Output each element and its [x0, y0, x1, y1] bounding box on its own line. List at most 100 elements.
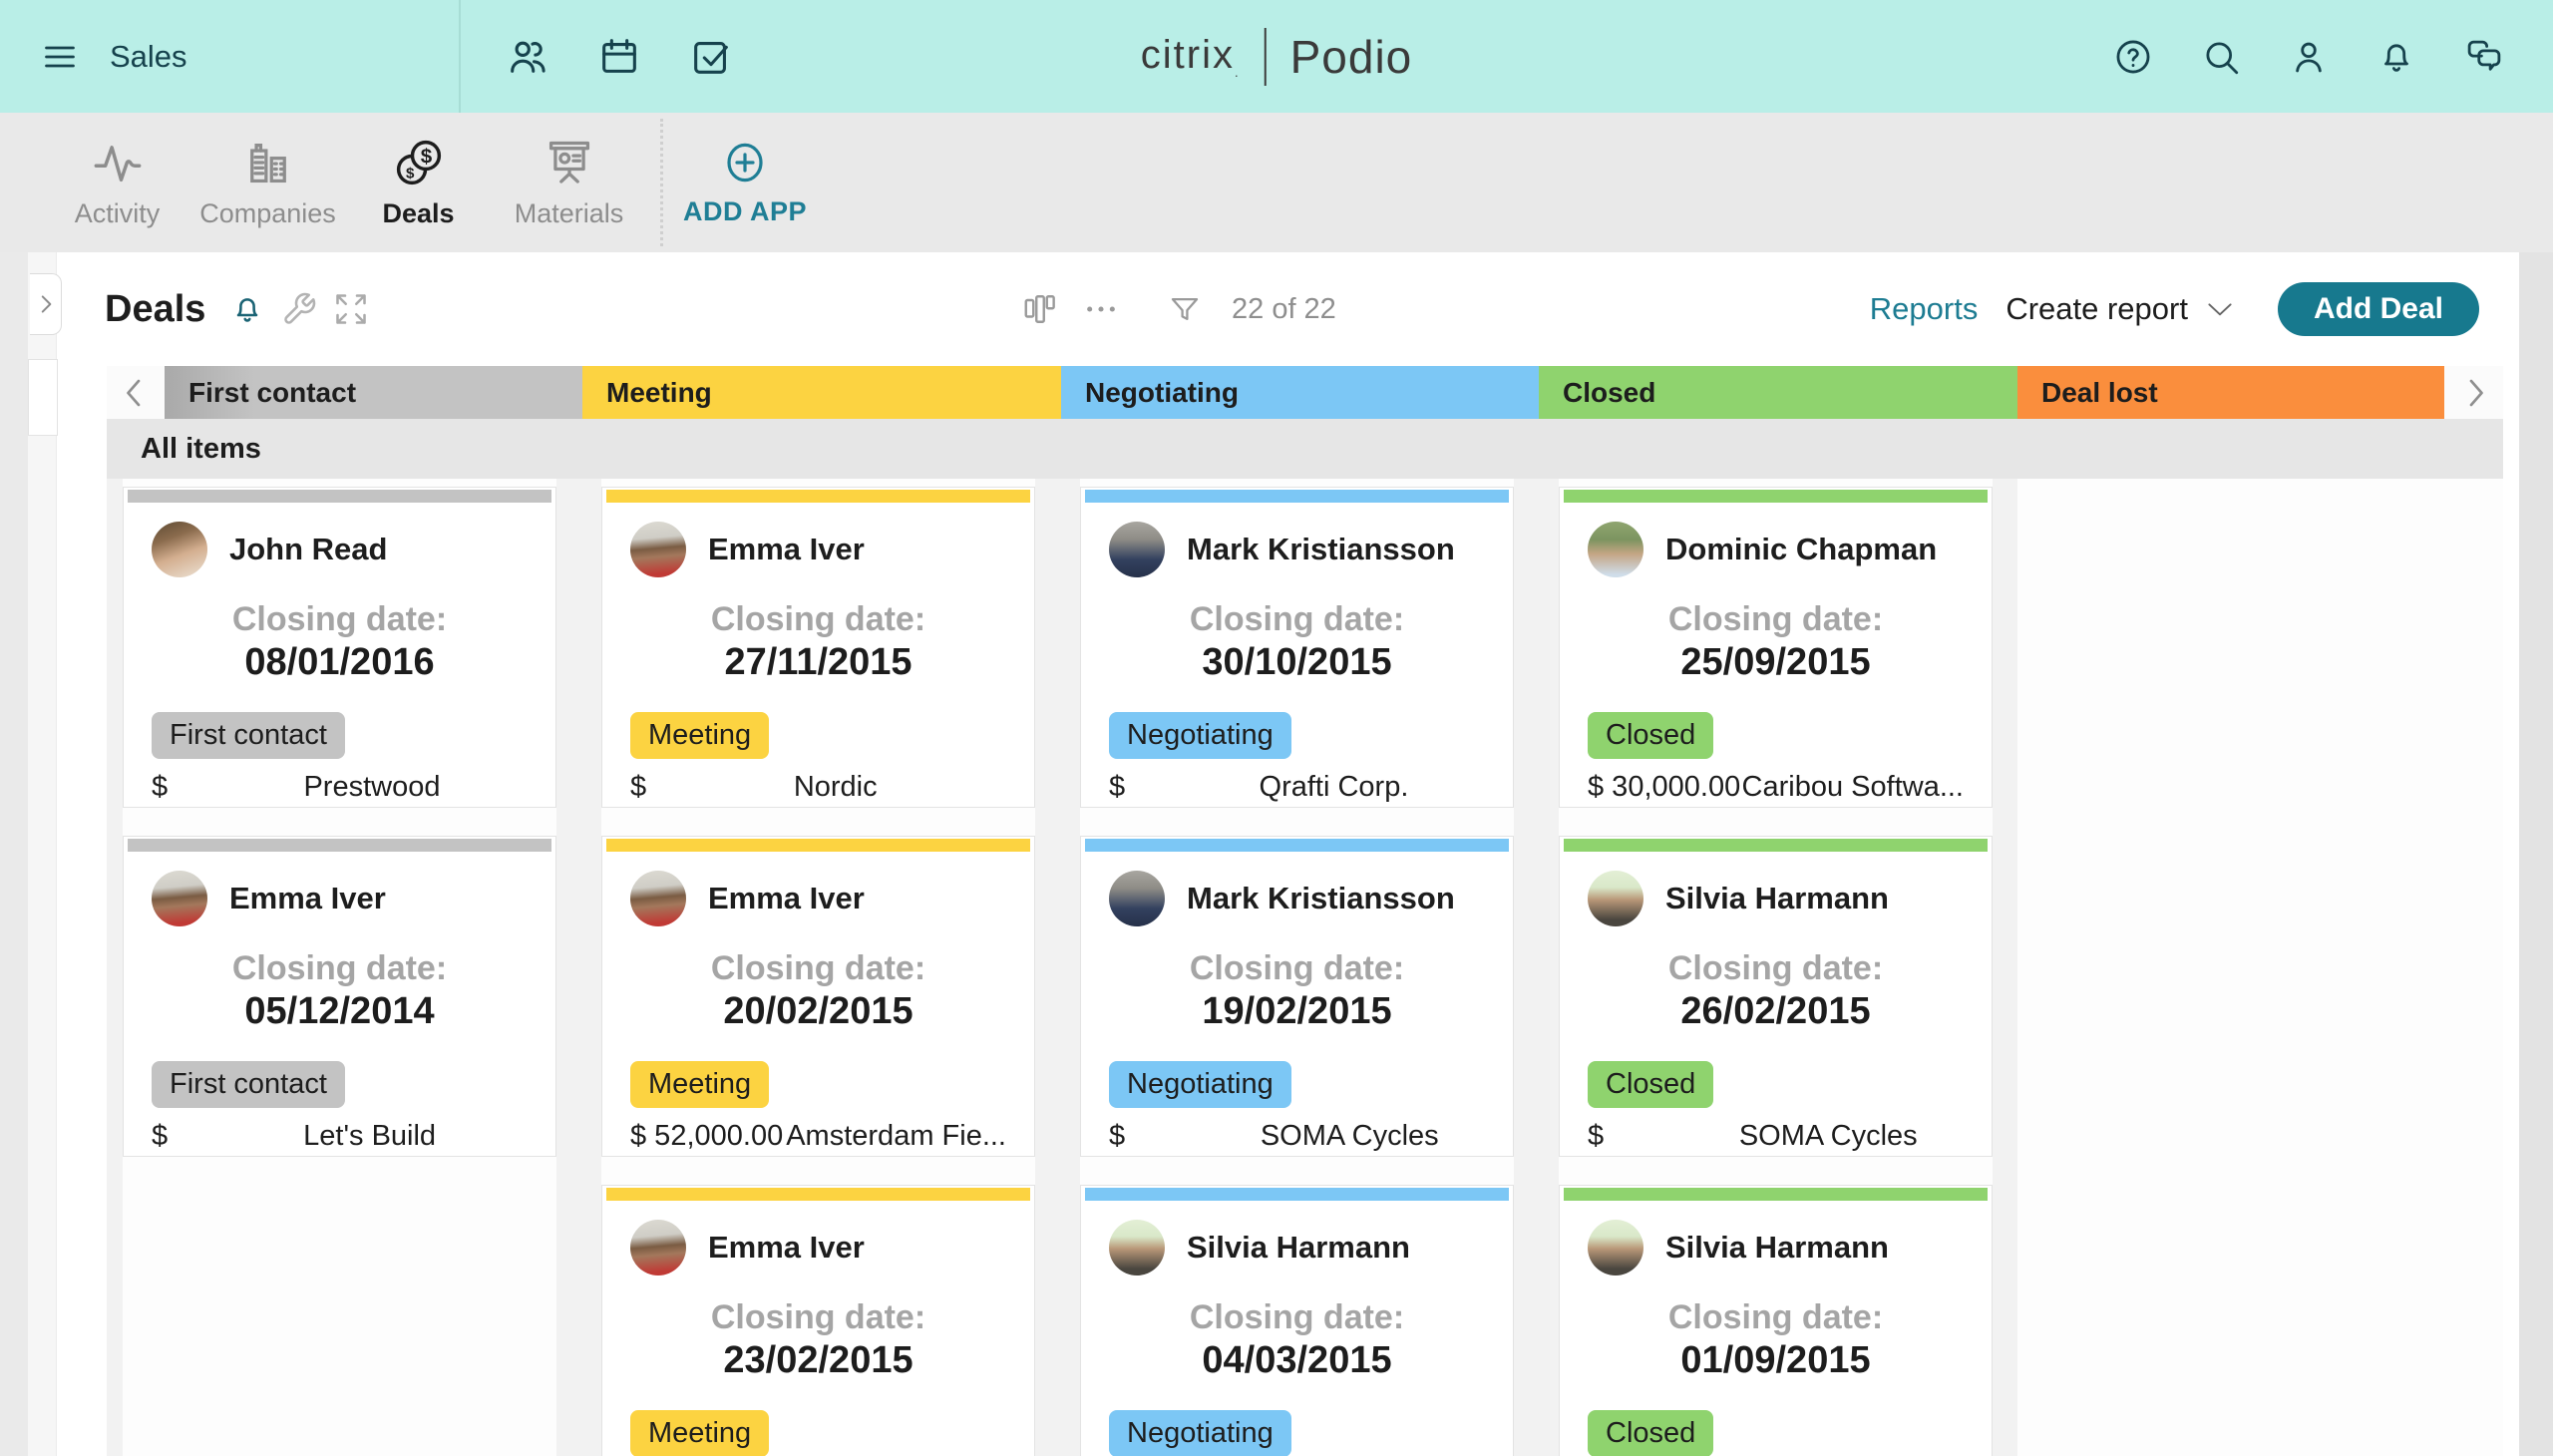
board-lane	[2017, 479, 2503, 1456]
fullscreen-expand-icon[interactable]	[333, 291, 369, 327]
activity-icon	[92, 137, 144, 188]
status-tag: Negotiating	[1109, 712, 1291, 759]
card-status-strip	[606, 1188, 1030, 1201]
reports-link[interactable]: Reports	[1870, 291, 1979, 327]
sidebar-expand-tab[interactable]	[30, 273, 62, 335]
column-header-closed[interactable]: Closed	[1539, 366, 2017, 419]
materials-icon	[544, 137, 595, 188]
sidebar-rail-box[interactable]	[28, 359, 58, 436]
tasks-icon[interactable]	[688, 34, 734, 80]
card-body: Emma IverClosing date:23/02/2015Meeting	[602, 1201, 1034, 1456]
column-header-meeting[interactable]: Meeting	[582, 366, 1061, 419]
chat-icon[interactable]	[2463, 36, 2505, 78]
app-materials[interactable]: Materials	[494, 137, 644, 229]
create-report-link[interactable]: Create report	[2006, 291, 2188, 327]
add-app-button[interactable]: ADD APP	[679, 139, 811, 227]
card-body: Emma IverClosing date:20/02/2015Meeting$…	[602, 852, 1034, 1153]
deal-card[interactable]: Emma IverClosing date:20/02/2015Meeting$…	[601, 836, 1035, 1157]
hamburger-menu-icon[interactable]	[38, 39, 82, 75]
calendar-icon[interactable]	[596, 34, 642, 80]
help-icon[interactable]	[2112, 36, 2154, 78]
svg-text:$: $	[420, 145, 432, 168]
search-icon[interactable]	[2200, 36, 2242, 78]
deals-icon: $ $	[393, 137, 445, 188]
contact-name: Mark Kristiansson	[1187, 532, 1455, 567]
logo-brand: citrix.	[1141, 33, 1241, 80]
chevron-left-icon	[118, 375, 154, 411]
deal-card[interactable]: Silvia HarmannClosing date:01/09/2015Clo…	[1559, 1185, 1993, 1456]
citrix-podio-logo[interactable]: citrix. Podio	[1141, 0, 1413, 113]
column-header-label: First contact	[188, 377, 356, 409]
deal-company: Let's Build Conf...	[303, 1120, 528, 1157]
deal-card[interactable]: John ReadClosing date:08/01/2016First co…	[123, 487, 556, 808]
follow-bell-icon[interactable]	[229, 291, 265, 327]
notifications-bell-icon[interactable]	[2375, 36, 2417, 78]
deal-card[interactable]: Emma IverClosing date:27/11/2015Meeting$…	[601, 487, 1035, 808]
wrench-settings-icon[interactable]	[281, 291, 317, 327]
card-column-2: Mark KristianssonClosing date:30/10/2015…	[1080, 479, 1514, 1456]
contact-name: Emma Iver	[708, 881, 865, 916]
chevron-right-icon	[2456, 375, 2492, 411]
contacts-icon[interactable]	[505, 34, 550, 80]
deal-card[interactable]: Mark KristianssonClosing date:30/10/2015…	[1080, 487, 1514, 808]
trademark-symbol: .	[1235, 65, 1241, 80]
deal-amount: $ 50,000.00	[1588, 1120, 1739, 1157]
deals-app-content: Deals	[57, 252, 2519, 1456]
column-header-negotiating[interactable]: Negotiating	[1061, 366, 1539, 419]
kanban-board: First contact Meeting Negotiating ClosedDea…	[107, 366, 2503, 1456]
card-body: John ReadClosing date:08/01/2016First co…	[124, 503, 555, 808]
vertical-scrollbar[interactable]	[2519, 252, 2553, 1456]
filter-funnel-icon[interactable]	[1168, 292, 1202, 326]
companies-icon	[242, 137, 294, 188]
deal-card[interactable]: Mark KristianssonClosing date:19/02/2015…	[1080, 836, 1514, 1157]
chevron-right-icon	[33, 291, 59, 317]
chevron-down-icon[interactable]	[2200, 293, 2240, 325]
app-deals[interactable]: $ $ Deals	[343, 137, 494, 229]
closing-date-value: 05/12/2014	[152, 990, 528, 1033]
column-header-first-contact[interactable]: First contact	[165, 366, 582, 419]
card-body: Silvia HarmannClosing date:04/03/2015Neg…	[1081, 1201, 1513, 1456]
app-activity[interactable]: Activity	[42, 137, 192, 229]
contact-avatar	[630, 1220, 686, 1275]
deal-amount: $ 21,000.00	[152, 1120, 303, 1157]
add-deal-button[interactable]: Add Deal	[2278, 282, 2479, 336]
app-companies[interactable]: Companies	[192, 137, 343, 229]
closing-date-value: 01/09/2015	[1588, 1339, 1964, 1382]
card-column-3: Dominic ChapmanClosing date:25/09/2015Cl…	[1559, 479, 1993, 1456]
app-companies-label: Companies	[199, 198, 336, 229]
column-header-label: Negotiating	[1085, 377, 1239, 409]
closing-date-label: Closing date:	[152, 949, 528, 988]
deal-card[interactable]: Emma IverClosing date:05/12/2014First co…	[123, 836, 556, 1157]
profile-icon[interactable]	[2288, 36, 2330, 78]
closing-date-label: Closing date:	[1109, 600, 1485, 639]
card-status-strip	[1564, 490, 1988, 503]
closing-date-value: 19/02/2015	[1109, 990, 1485, 1033]
contact-avatar	[1588, 871, 1643, 926]
top-navigation-bar: Sales citrix. Podio	[0, 0, 2553, 113]
contact-name: Emma Iver	[708, 1230, 865, 1266]
workspace-name[interactable]: Sales	[110, 39, 187, 75]
contact-avatar	[630, 871, 686, 926]
card-status-strip	[128, 839, 551, 852]
closing-date-label: Closing date:	[630, 949, 1006, 988]
deal-card[interactable]: Dominic ChapmanClosing date:25/09/2015Cl…	[1559, 487, 1993, 808]
column-header-label: Meeting	[606, 377, 712, 409]
column-header-deal-lost[interactable]: Deal lost	[2017, 366, 2444, 419]
card-view-toggle-icon[interactable]	[1022, 291, 1058, 327]
closing-date-value: 04/03/2015	[1109, 1339, 1485, 1382]
deal-company: SOMA Cycles d...	[1261, 1120, 1485, 1157]
deal-card[interactable]: Silvia HarmannClosing date:26/02/2015Clo…	[1559, 836, 1993, 1157]
contact-name: Silvia Harmann	[1665, 881, 1889, 916]
card-status-strip	[1564, 839, 1988, 852]
contact-name: Silvia Harmann	[1187, 1230, 1410, 1266]
scroll-columns-left-button[interactable]	[107, 366, 165, 419]
all-items-group-header: All items	[107, 419, 2503, 479]
more-options-icon[interactable]	[1084, 292, 1118, 326]
card-body: Dominic ChapmanClosing date:25/09/2015Cl…	[1560, 503, 1992, 804]
card-status-strip	[606, 839, 1030, 852]
scroll-columns-right-button[interactable]	[2444, 366, 2503, 419]
deal-card[interactable]: Emma IverClosing date:23/02/2015Meeting	[601, 1185, 1035, 1456]
contact-name: Emma Iver	[708, 532, 865, 567]
deal-card[interactable]: Silvia HarmannClosing date:04/03/2015Neg…	[1080, 1185, 1514, 1456]
all-items-label: All items	[141, 433, 261, 466]
